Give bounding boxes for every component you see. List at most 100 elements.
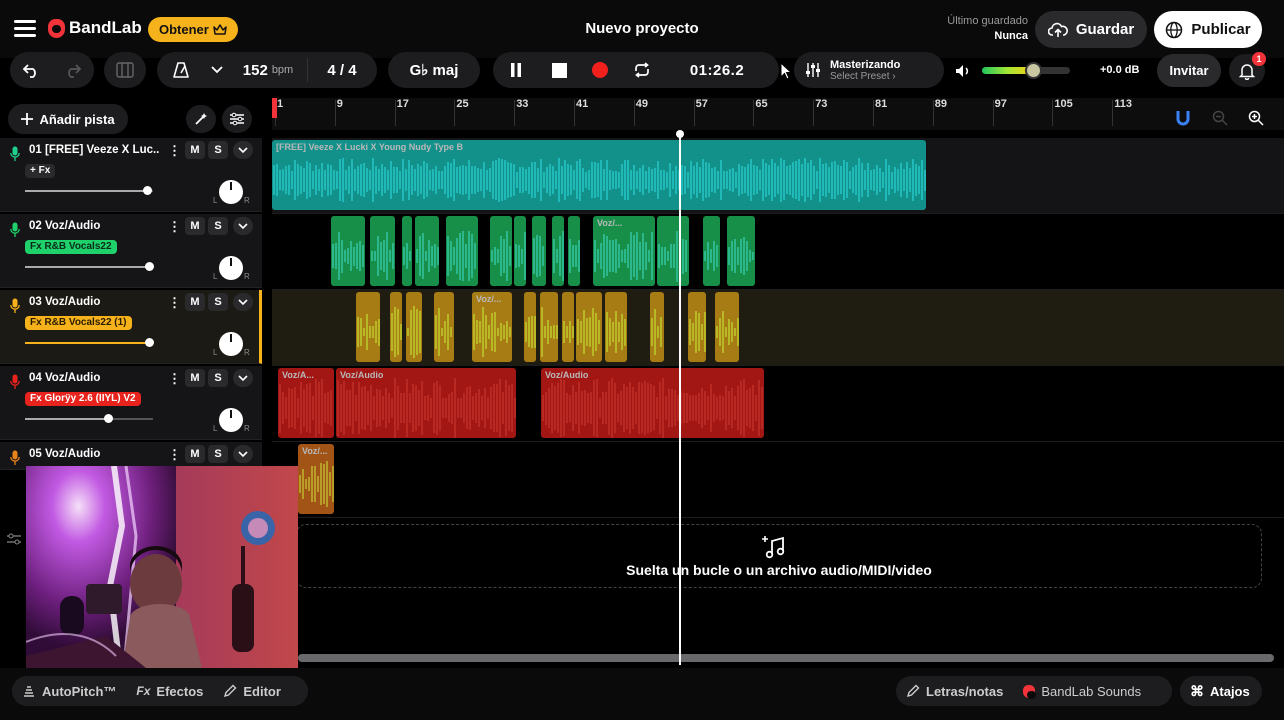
- audio-region[interactable]: [514, 216, 526, 286]
- playhead[interactable]: [679, 131, 681, 665]
- magnet-snap-icon[interactable]: [1176, 110, 1190, 126]
- audio-region[interactable]: [576, 292, 602, 362]
- add-track-button[interactable]: Añadir pista: [8, 104, 128, 134]
- master-volume-thumb[interactable]: [1025, 62, 1043, 79]
- solo-button[interactable]: S: [208, 217, 228, 235]
- audio-region[interactable]: [715, 292, 739, 362]
- audio-region[interactable]: [650, 292, 664, 362]
- track-menu-icon[interactable]: ⋮: [168, 219, 181, 235]
- mute-button[interactable]: M: [185, 369, 205, 387]
- editor-button[interactable]: Editor: [213, 684, 291, 699]
- audio-region[interactable]: Voz/...: [298, 444, 334, 514]
- playhead-handle[interactable]: [676, 130, 684, 138]
- stop-button[interactable]: [539, 62, 579, 78]
- zoom-in-icon[interactable]: [1248, 110, 1264, 126]
- pause-button[interactable]: [493, 62, 539, 78]
- audio-region[interactable]: [727, 216, 755, 286]
- lyrics-button[interactable]: Letras/notas: [896, 684, 1013, 699]
- mute-button[interactable]: M: [185, 141, 205, 159]
- track-name[interactable]: 01 [FREE] Veeze X Luc...: [29, 144, 159, 156]
- audio-region[interactable]: [331, 216, 365, 286]
- audio-region[interactable]: [605, 292, 627, 362]
- track-expand-button[interactable]: [233, 141, 253, 159]
- menu-icon[interactable]: [14, 20, 36, 38]
- loop-start-marker[interactable]: [272, 98, 277, 118]
- metronome-dropdown[interactable]: [205, 66, 229, 74]
- audio-region[interactable]: [657, 216, 689, 286]
- audio-region[interactable]: [540, 292, 558, 362]
- timeline-ruler[interactable]: 1 9 17 25 33 41 49 57 65 73 81 89 97 105 113: [272, 98, 1284, 130]
- mute-button[interactable]: M: [185, 445, 205, 463]
- track-header[interactable]: 03 Voz/Audio ⋮ M S Fx R&B Vocals22 (1) L R: [0, 290, 262, 364]
- solo-button[interactable]: S: [208, 141, 228, 159]
- audio-region[interactable]: [552, 216, 564, 286]
- audio-region[interactable]: Voz/Audio: [336, 368, 516, 438]
- track-menu-icon[interactable]: ⋮: [168, 143, 181, 159]
- pan-knob[interactable]: [219, 180, 243, 204]
- master-volume-slider[interactable]: [982, 62, 1070, 79]
- effects-button[interactable]: Fx Efectos: [126, 684, 213, 699]
- track-expand-button[interactable]: [233, 369, 253, 387]
- track-fx-chip[interactable]: Fx R&B Vocals22: [25, 240, 117, 254]
- zoom-out-icon[interactable]: [1212, 110, 1228, 126]
- audio-region[interactable]: [370, 216, 395, 286]
- track-volume-slider[interactable]: [25, 262, 155, 271]
- mute-button[interactable]: M: [185, 293, 205, 311]
- track-name[interactable]: 03 Voz/Audio: [29, 296, 159, 308]
- track-volume-thumb[interactable]: [142, 186, 152, 195]
- key-field[interactable]: G♭ maj: [388, 52, 480, 88]
- track-expand-button[interactable]: [233, 293, 253, 311]
- speaker-icon[interactable]: [955, 64, 973, 78]
- loop-button[interactable]: [621, 62, 663, 78]
- audio-region[interactable]: [402, 216, 412, 286]
- audio-region[interactable]: Voz/...: [472, 292, 512, 362]
- audio-region[interactable]: Voz/A...: [278, 368, 334, 438]
- track-menu-icon[interactable]: ⋮: [168, 447, 181, 463]
- instruments-button[interactable]: [104, 52, 146, 88]
- track-name[interactable]: 02 Voz/Audio: [29, 220, 159, 232]
- track-name[interactable]: 05 Voz/Audio: [29, 448, 159, 460]
- track-expand-button[interactable]: [233, 217, 253, 235]
- track-header[interactable]: 02 Voz/Audio ⋮ M S Fx R&B Vocals22 L R: [0, 214, 262, 288]
- horizontal-scrollbar[interactable]: [298, 654, 1274, 662]
- shortcuts-button[interactable]: ⌘ Atajos: [1180, 676, 1262, 706]
- track-volume-thumb[interactable]: [145, 338, 155, 347]
- get-membership-button[interactable]: Obtener: [148, 17, 238, 42]
- solo-button[interactable]: S: [208, 293, 228, 311]
- track-volume-slider[interactable]: [25, 186, 153, 195]
- track-fx-chip[interactable]: Fx R&B Vocals22 (1): [25, 316, 132, 330]
- automation-icon[interactable]: [6, 532, 22, 546]
- save-button[interactable]: Guardar: [1035, 11, 1147, 48]
- track-menu-icon[interactable]: ⋮: [168, 371, 181, 387]
- track-header[interactable]: 04 Voz/Audio ⋮ M S Fx Glorÿy 2.6 (IIYL) V2 L R: [0, 366, 262, 440]
- time-display[interactable]: 01:26.2: [663, 62, 771, 79]
- audio-region[interactable]: Voz/Audio: [541, 368, 764, 438]
- mastering-button[interactable]: Masterizando Select Preset ›: [794, 52, 944, 88]
- invite-button[interactable]: Invitar: [1157, 54, 1221, 87]
- bandlab-logo[interactable]: BandLab: [48, 18, 142, 38]
- pan-knob[interactable]: [219, 256, 243, 280]
- redo-button[interactable]: [52, 62, 94, 78]
- audio-region[interactable]: [390, 292, 402, 362]
- track-volume-slider[interactable]: [25, 338, 155, 347]
- track-volume-slider[interactable]: [25, 414, 153, 423]
- mute-button[interactable]: M: [185, 217, 205, 235]
- audio-region[interactable]: [446, 216, 478, 286]
- solo-button[interactable]: S: [208, 369, 228, 387]
- audio-region[interactable]: [688, 292, 706, 362]
- audio-region[interactable]: [434, 292, 454, 362]
- record-button[interactable]: [579, 61, 621, 79]
- pan-knob[interactable]: [219, 332, 243, 356]
- audio-region[interactable]: [415, 216, 439, 286]
- audio-region[interactable]: [703, 216, 720, 286]
- bpm-field[interactable]: 152 bpm: [229, 62, 307, 79]
- audio-region[interactable]: [532, 216, 546, 286]
- metronome-button[interactable]: [157, 61, 205, 79]
- track-name[interactable]: 04 Voz/Audio: [29, 372, 159, 384]
- track-expand-button[interactable]: [233, 445, 253, 463]
- track-lane[interactable]: [272, 290, 1284, 366]
- bandlab-sounds-button[interactable]: BandLab Sounds: [1013, 684, 1151, 699]
- track-menu-icon[interactable]: ⋮: [168, 295, 181, 311]
- track-fx-chip[interactable]: + Fx: [25, 164, 56, 178]
- audio-region[interactable]: [490, 216, 512, 286]
